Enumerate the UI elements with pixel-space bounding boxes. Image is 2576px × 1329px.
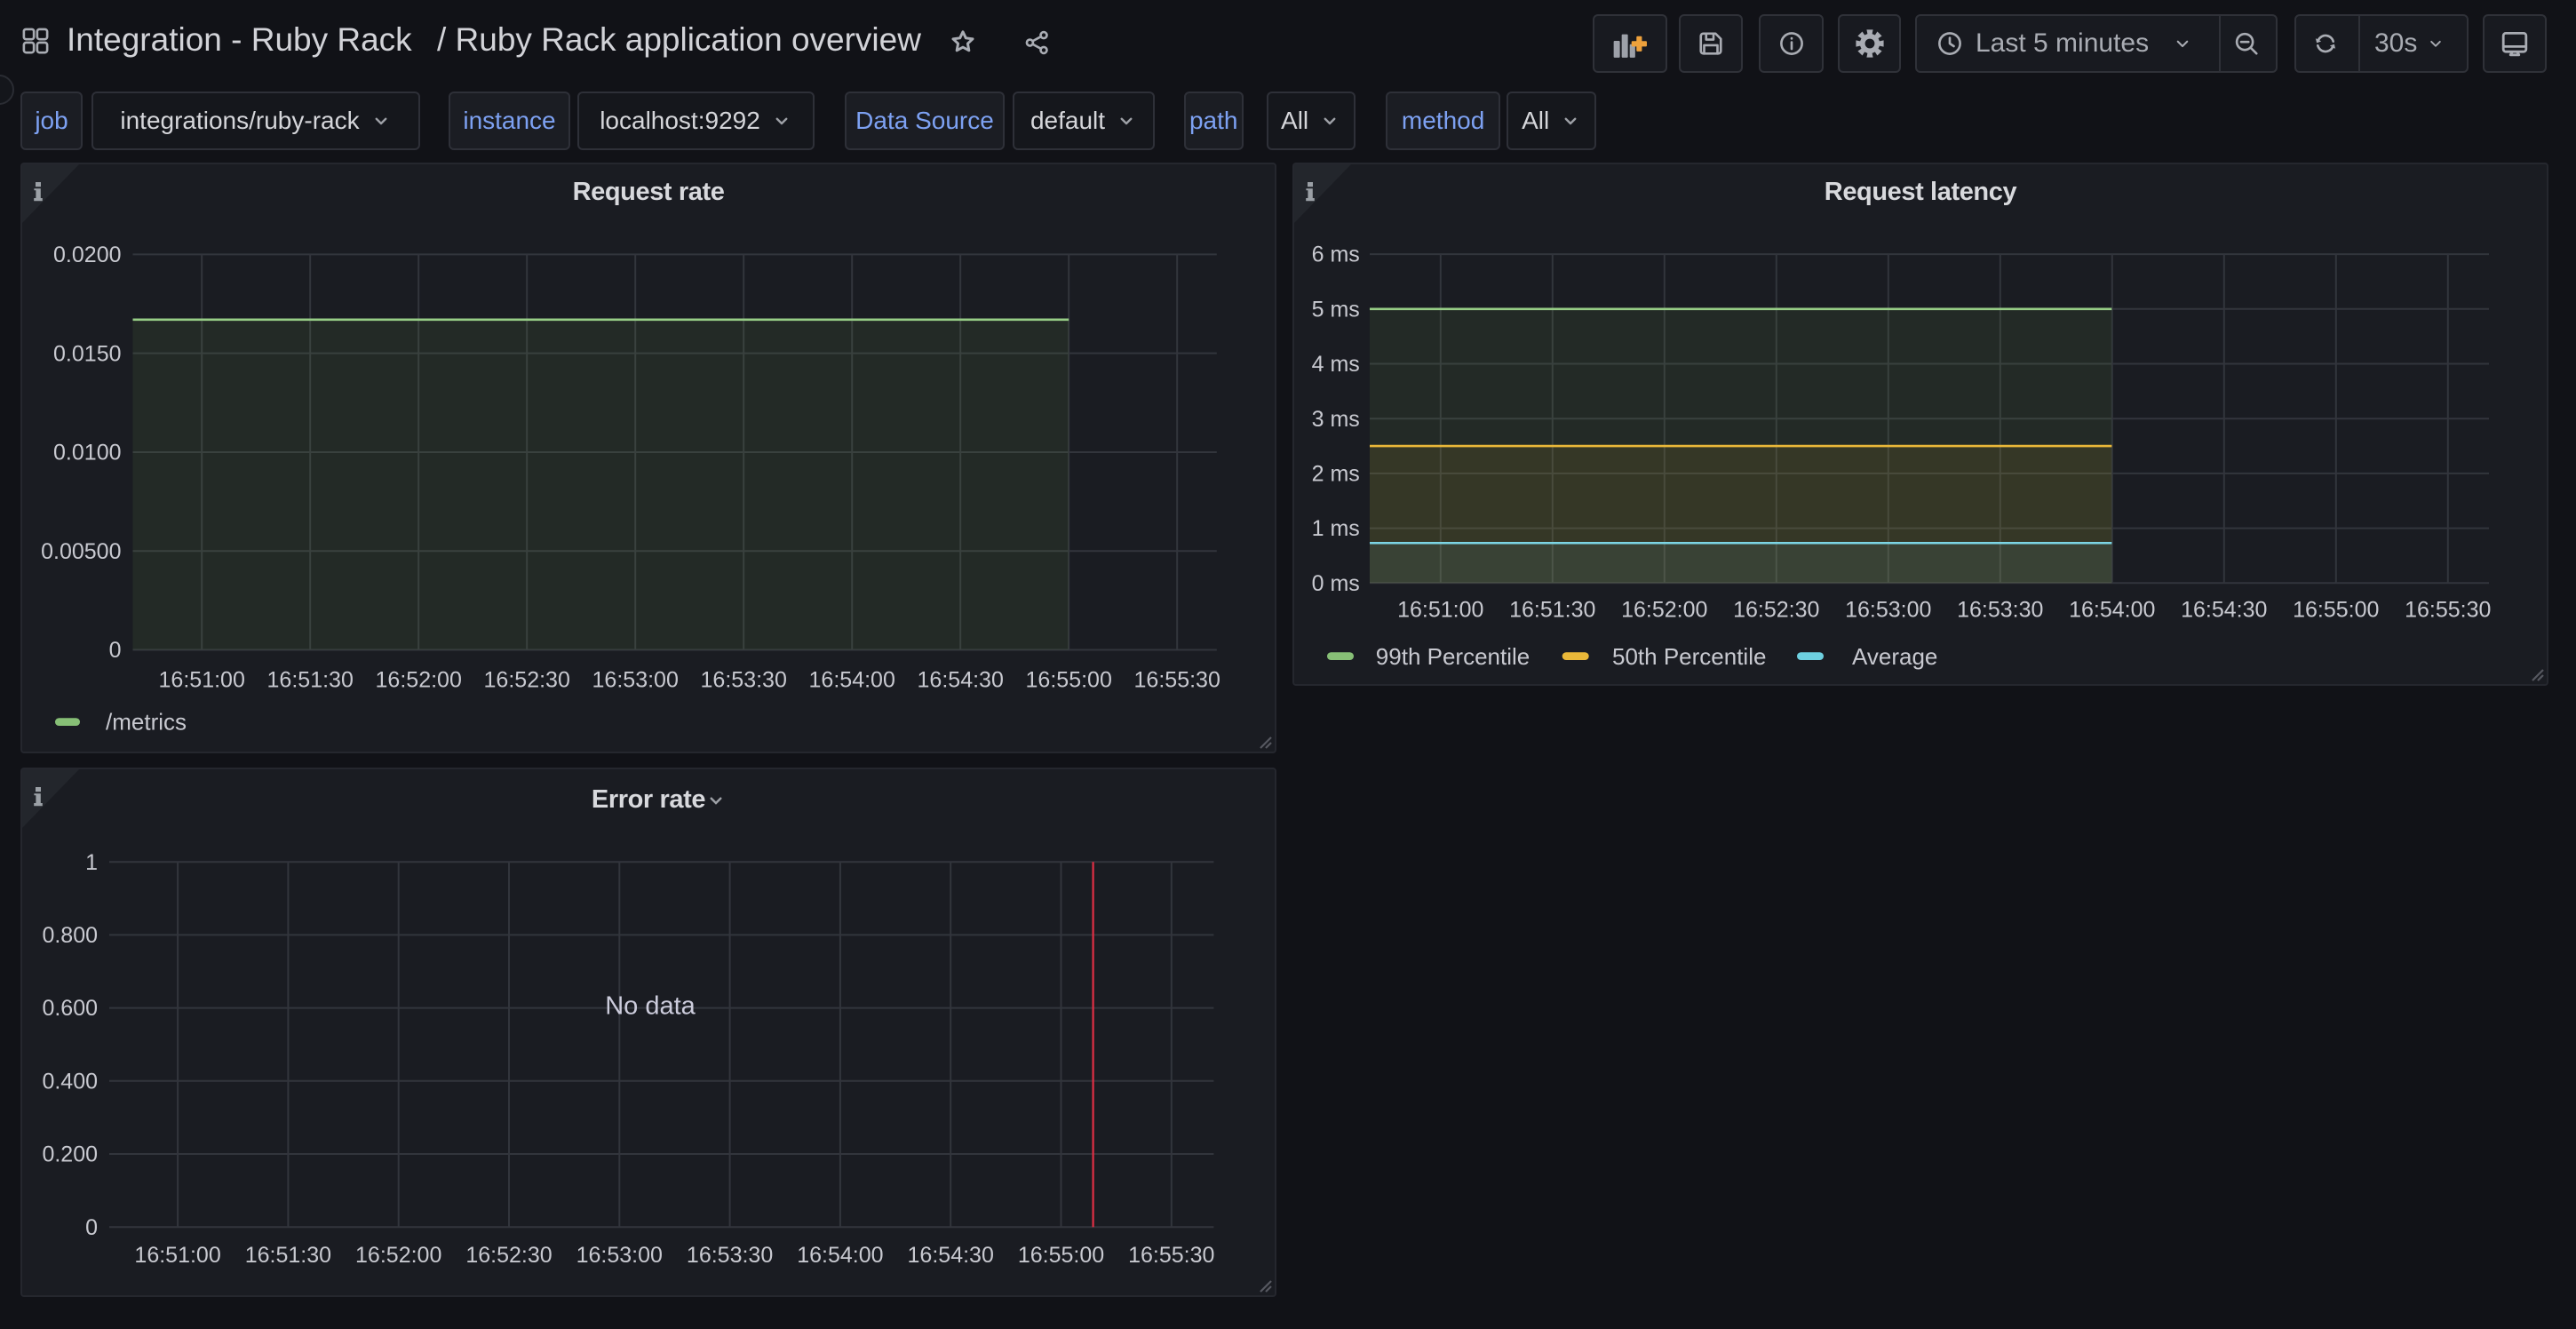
svg-text:16:51:00: 16:51:00	[134, 1243, 220, 1268]
svg-text:16:54:30: 16:54:30	[908, 1243, 994, 1268]
svg-text:16:52:30: 16:52:30	[484, 667, 570, 692]
svg-text:99th Percentile: 99th Percentile	[1376, 643, 1530, 670]
svg-text:16:51:30: 16:51:30	[1509, 597, 1595, 622]
svg-text:16:53:00: 16:53:00	[592, 667, 679, 692]
svg-text:50th Percentile: 50th Percentile	[1612, 643, 1766, 670]
svg-text:2 ms: 2 ms	[1312, 462, 1360, 487]
svg-text:0.0100: 0.0100	[53, 441, 121, 466]
svg-text:16:53:00: 16:53:00	[576, 1243, 663, 1268]
svg-text:16:54:00: 16:54:00	[2069, 597, 2155, 622]
svg-text:1 ms: 1 ms	[1312, 516, 1360, 541]
svg-text:16:52:00: 16:52:00	[376, 667, 462, 692]
svg-text:0.800: 0.800	[42, 923, 98, 948]
svg-text:16:55:30: 16:55:30	[2405, 597, 2491, 622]
svg-text:1: 1	[85, 850, 98, 875]
svg-text:0: 0	[85, 1215, 98, 1240]
svg-text:16:55:00: 16:55:00	[1018, 1243, 1104, 1268]
svg-text:Average: Average	[1852, 643, 1937, 670]
svg-text:0 ms: 0 ms	[1312, 571, 1360, 596]
svg-text:16:55:30: 16:55:30	[1134, 667, 1220, 692]
svg-text:16:54:00: 16:54:00	[797, 1243, 883, 1268]
svg-text:0.00500: 0.00500	[41, 539, 121, 564]
svg-text:4 ms: 4 ms	[1312, 352, 1360, 377]
svg-text:16:52:30: 16:52:30	[465, 1243, 552, 1268]
svg-text:5 ms: 5 ms	[1312, 297, 1360, 322]
svg-text:/metrics: /metrics	[106, 709, 187, 736]
svg-text:16:51:00: 16:51:00	[159, 667, 245, 692]
svg-text:0.200: 0.200	[42, 1142, 98, 1167]
svg-text:16:53:30: 16:53:30	[687, 1243, 773, 1268]
svg-text:3 ms: 3 ms	[1312, 407, 1360, 432]
svg-text:16:52:00: 16:52:00	[355, 1243, 441, 1268]
svg-text:No data: No data	[605, 991, 696, 1020]
svg-text:16:54:00: 16:54:00	[809, 667, 895, 692]
svg-text:16:53:30: 16:53:30	[701, 667, 787, 692]
svg-text:0: 0	[109, 638, 122, 663]
svg-text:16:53:30: 16:53:30	[1957, 597, 2043, 622]
svg-text:16:52:30: 16:52:30	[1733, 597, 1819, 622]
svg-text:16:55:30: 16:55:30	[1128, 1243, 1214, 1268]
svg-text:16:55:00: 16:55:00	[1026, 667, 1112, 692]
svg-text:0.0150: 0.0150	[53, 341, 121, 366]
svg-text:16:51:30: 16:51:30	[267, 667, 354, 692]
svg-text:16:54:30: 16:54:30	[918, 667, 1004, 692]
svg-text:16:53:00: 16:53:00	[1845, 597, 1931, 622]
svg-text:16:55:00: 16:55:00	[2293, 597, 2379, 622]
svg-text:16:54:30: 16:54:30	[2181, 597, 2267, 622]
svg-text:6 ms: 6 ms	[1312, 243, 1360, 267]
svg-text:16:52:00: 16:52:00	[1621, 597, 1707, 622]
svg-text:16:51:00: 16:51:00	[1397, 597, 1483, 622]
svg-text:0.600: 0.600	[42, 996, 98, 1021]
svg-text:16:51:30: 16:51:30	[245, 1243, 331, 1268]
svg-text:0.0200: 0.0200	[53, 243, 121, 267]
svg-text:0.400: 0.400	[42, 1069, 98, 1094]
